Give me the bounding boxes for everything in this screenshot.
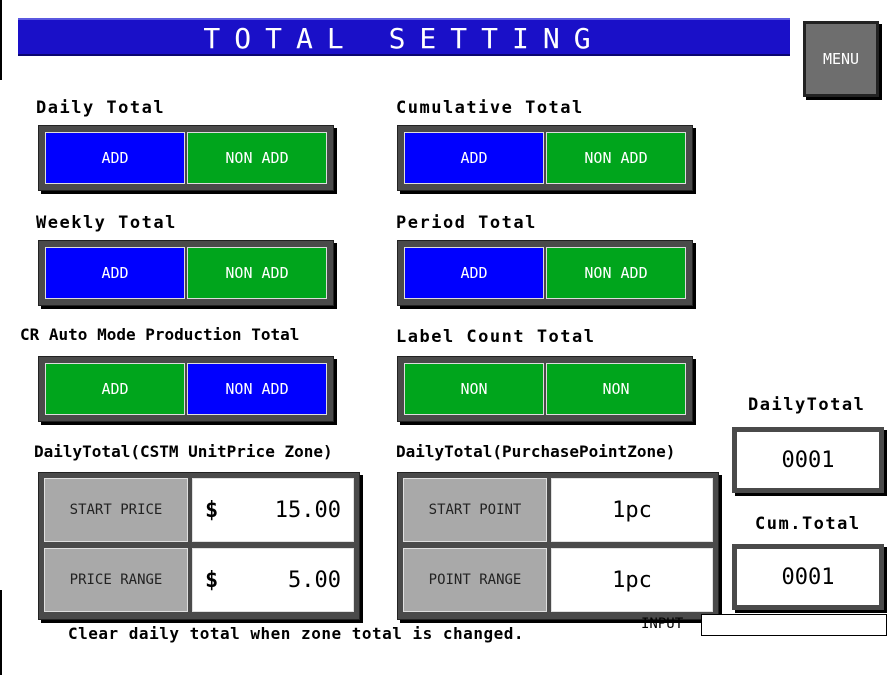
weekly-total-non-add-button[interactable]: NON ADD	[187, 247, 327, 299]
daily-total-non-add-button[interactable]: NON ADD	[187, 132, 327, 184]
point-range-button[interactable]: POINT RANGE	[403, 548, 547, 612]
price-zone-panel: START PRICE $ 15.00 PRICE RANGE $ 5.00	[38, 472, 360, 620]
page-title: TOTAL SETTING	[203, 22, 605, 55]
point-range-field[interactable]: 1pc	[551, 548, 713, 612]
cumulative-total-toggle: ADD NON ADD	[397, 125, 693, 191]
start-price-currency: $	[205, 497, 219, 523]
period-total-non-add-button[interactable]: NON ADD	[546, 247, 686, 299]
left-border	[0, 0, 2, 80]
label-count-total-toggle: NON NON	[397, 356, 693, 422]
daily-total-label: Daily Total	[36, 98, 166, 118]
start-price-value: 15.00	[274, 497, 341, 523]
input-label: INPUT	[641, 616, 684, 632]
footer-note: Clear daily total when zone total is cha…	[68, 624, 524, 643]
cumulative-total-non-add-button[interactable]: NON ADD	[546, 132, 686, 184]
cumulative-total-label: Cumulative Total	[396, 98, 584, 118]
daily-total-toggle: ADD NON ADD	[38, 125, 334, 191]
cr-auto-mode-non-add-button[interactable]: NON ADD	[187, 363, 327, 415]
point-zone-label: DailyTotal(PurchasePointZone)	[396, 442, 676, 461]
start-point-button[interactable]: START POINT	[403, 478, 547, 542]
price-zone-label: DailyTotal(CSTM UnitPrice Zone)	[34, 442, 333, 461]
cr-auto-mode-add-button[interactable]: ADD	[45, 363, 185, 415]
daily-total-counter-label: DailyTotal	[748, 395, 866, 415]
weekly-total-add-button[interactable]: ADD	[45, 247, 185, 299]
start-price-button[interactable]: START PRICE	[44, 478, 188, 542]
price-range-field[interactable]: $ 5.00	[192, 548, 354, 612]
price-range-currency: $	[205, 567, 219, 593]
point-zone-panel: START POINT 1pc POINT RANGE 1pc	[397, 472, 719, 620]
period-total-label: Period Total	[396, 213, 537, 233]
cum-total-value: 0001	[737, 549, 879, 605]
cr-auto-mode-total-toggle: ADD NON ADD	[38, 356, 334, 422]
label-count-right-button[interactable]: NON	[546, 363, 686, 415]
daily-total-counter: 0001	[732, 427, 884, 493]
title-bar: TOTAL SETTING	[18, 18, 790, 56]
cumulative-total-add-button[interactable]: ADD	[404, 132, 544, 184]
cr-auto-mode-total-label: CR Auto Mode Production Total	[20, 325, 300, 344]
weekly-total-toggle: ADD NON ADD	[38, 240, 334, 306]
label-count-left-button[interactable]: NON	[404, 363, 544, 415]
label-count-total-label: Label Count Total	[396, 327, 596, 347]
menu-button[interactable]: MENU	[803, 21, 879, 97]
start-point-field[interactable]: 1pc	[551, 478, 713, 542]
input-field[interactable]	[701, 614, 887, 636]
period-total-toggle: ADD NON ADD	[397, 240, 693, 306]
daily-total-add-button[interactable]: ADD	[45, 132, 185, 184]
price-range-value: 5.00	[288, 567, 341, 593]
weekly-total-label: Weekly Total	[36, 213, 177, 233]
start-price-field[interactable]: $ 15.00	[192, 478, 354, 542]
cum-total-counter-label: Cum.Total	[755, 514, 861, 534]
left-border-lower	[0, 590, 2, 675]
cum-total-counter: 0001	[732, 544, 884, 610]
price-range-button[interactable]: PRICE RANGE	[44, 548, 188, 612]
daily-total-value: 0001	[737, 432, 879, 488]
period-total-add-button[interactable]: ADD	[404, 247, 544, 299]
